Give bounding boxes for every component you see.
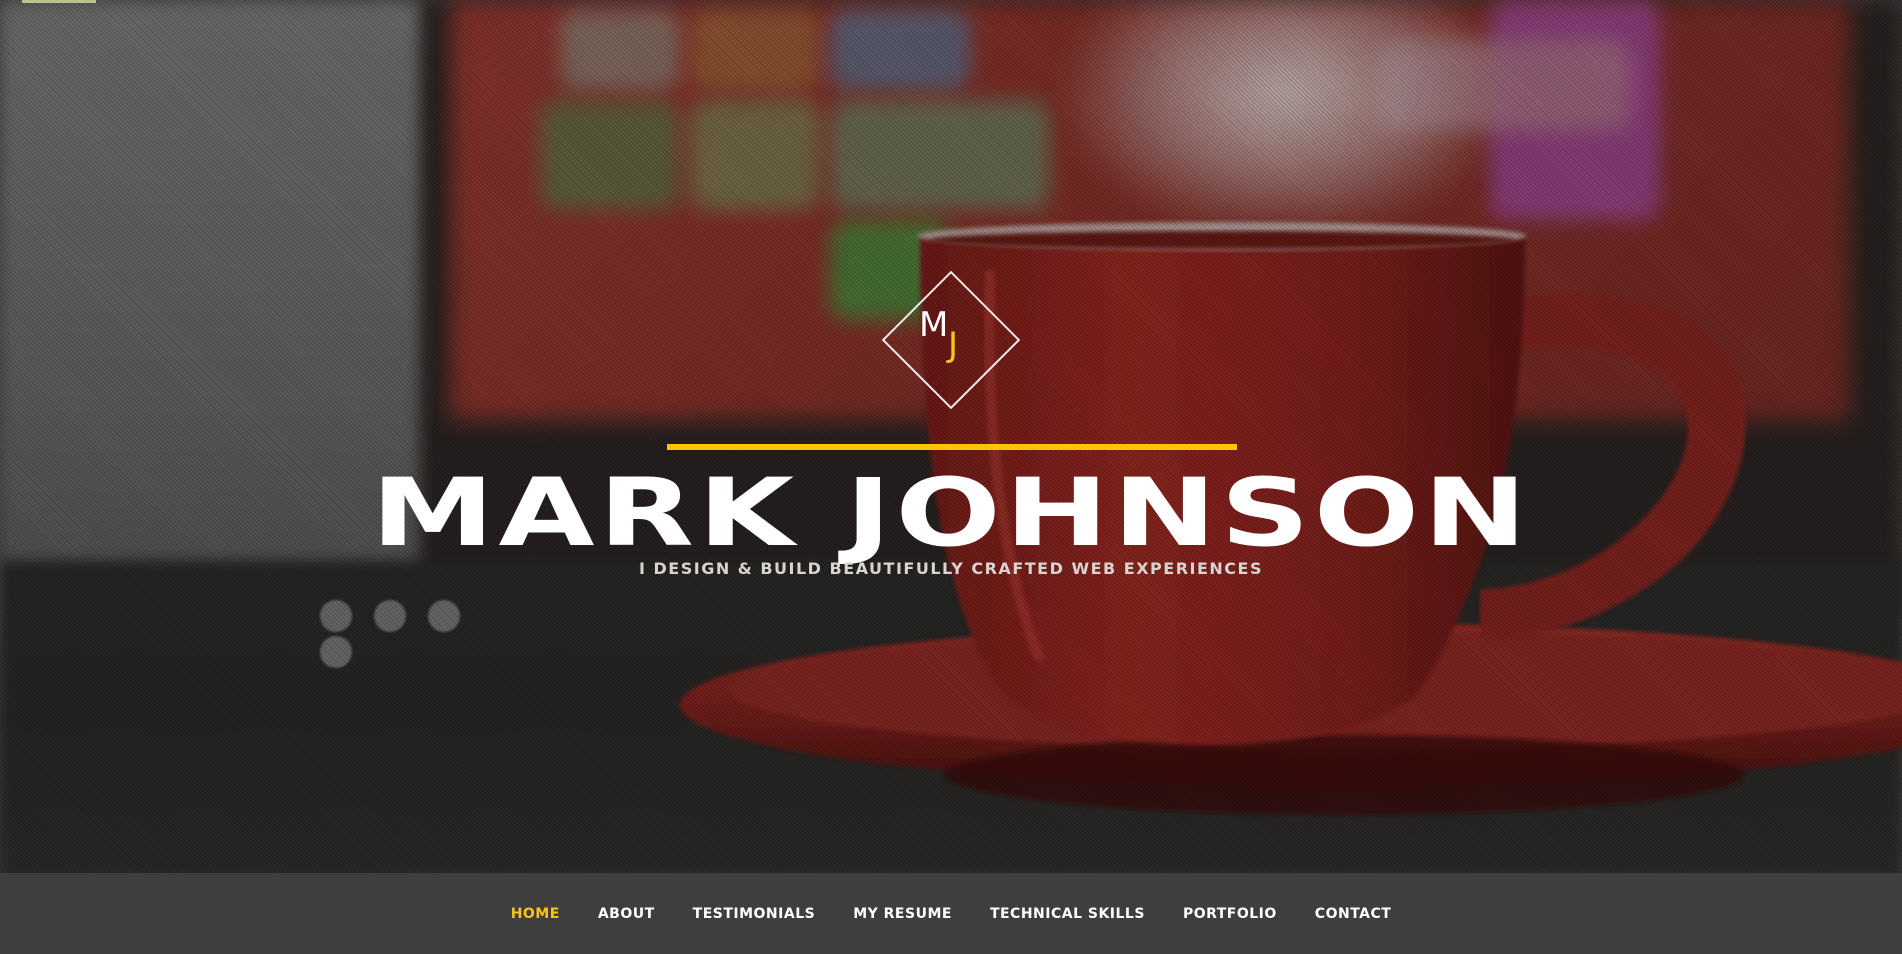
- nav-item-technical-skills[interactable]: TECHNICAL SKILLS: [990, 906, 1145, 922]
- nav-item-portfolio[interactable]: PORTFOLIO: [1183, 906, 1277, 922]
- nav-item-about[interactable]: ABOUT: [598, 906, 655, 922]
- nav-item-my-resume[interactable]: MY RESUME: [853, 906, 952, 922]
- page: M J MARK JOHNSON I DESIGN & BUILD BEAUTI…: [0, 0, 1902, 954]
- top-edge-tab: [22, 0, 96, 3]
- hero-tagline: I DESIGN & BUILD BEAUTIFULLY CRAFTED WEB…: [639, 559, 1263, 578]
- logo-letter-m: M: [919, 305, 949, 345]
- accent-rule: [667, 444, 1237, 450]
- nav-item-home[interactable]: HOME: [511, 906, 560, 922]
- hero-section: M J MARK JOHNSON I DESIGN & BUILD BEAUTI…: [0, 0, 1902, 873]
- main-navigation: HOME ABOUT TESTIMONIALS MY RESUME TECHNI…: [0, 873, 1902, 954]
- nav-item-contact[interactable]: CONTACT: [1315, 906, 1392, 922]
- nav-item-testimonials[interactable]: TESTIMONIALS: [693, 906, 816, 922]
- hero-name: MARK JOHNSON: [371, 459, 1531, 568]
- coffee-cup-image: [680, 222, 1902, 815]
- logo[interactable]: M J: [881, 270, 1021, 410]
- logo-letter-j: J: [948, 325, 959, 365]
